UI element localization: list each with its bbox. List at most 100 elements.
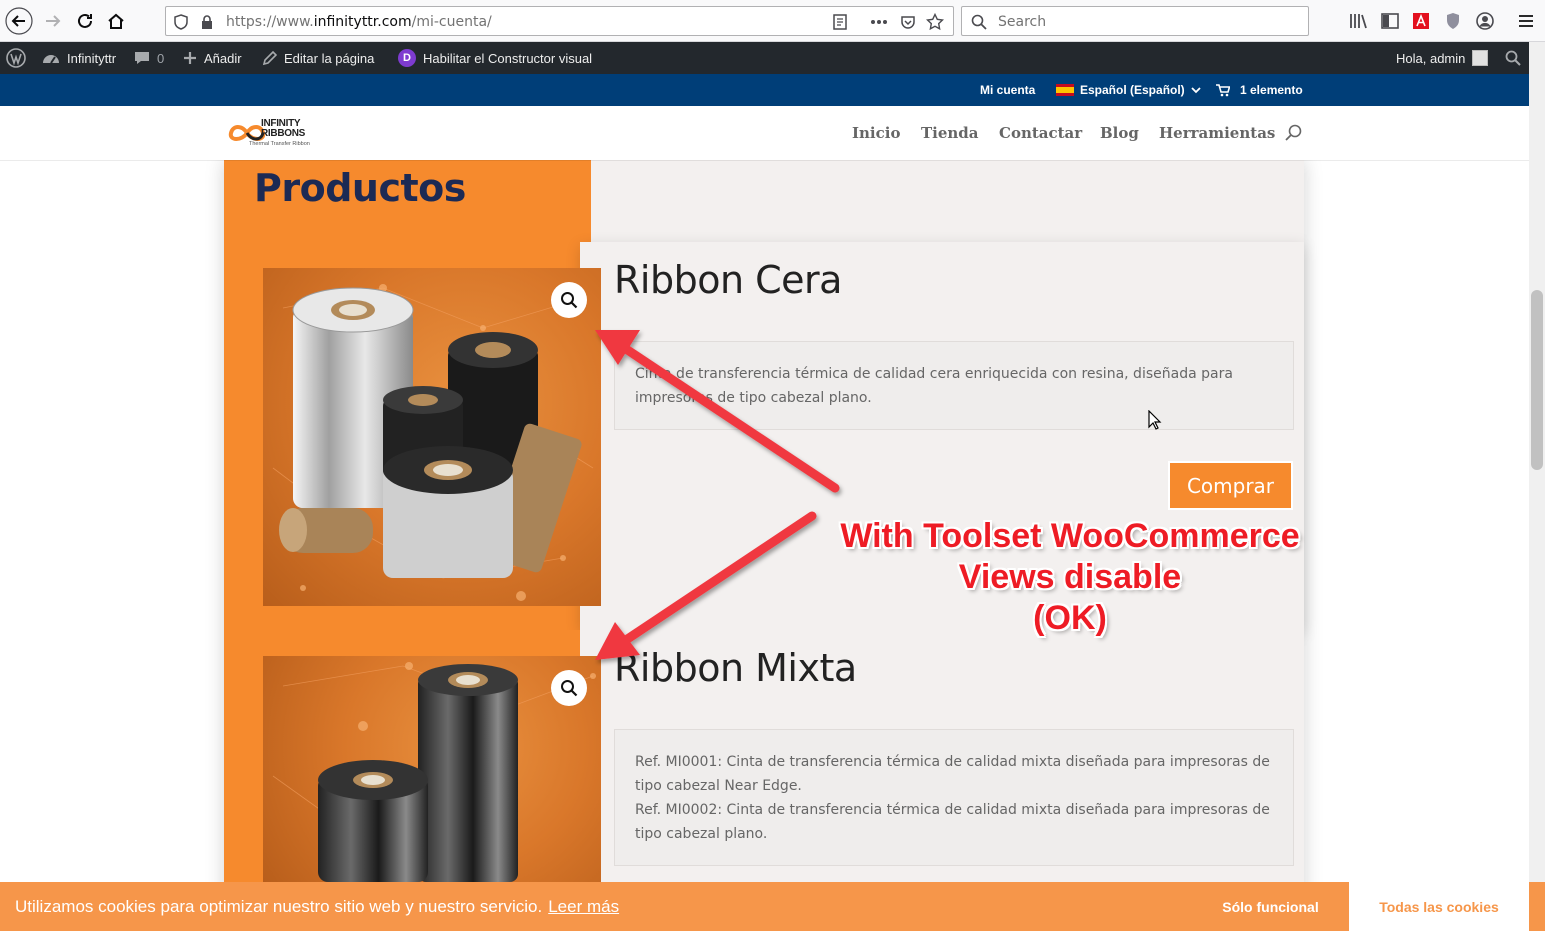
wp-site-name-link[interactable]: Infinityttr (42, 42, 116, 74)
cookie-message-text: Utilizamos cookies para optimizar nuestr… (15, 897, 543, 916)
cart-icon (1216, 83, 1230, 96)
product-2-description-line-2: Ref. MI0002: Cinta de transferencia térm… (635, 802, 1270, 842)
edit-page-label: Editar la página (284, 50, 375, 66)
chevron-down-icon (1191, 87, 1201, 94)
scrollbar-thumb[interactable] (1531, 290, 1543, 470)
language-switcher[interactable]: Español (Español) (1056, 74, 1201, 106)
privacy-badger-icon[interactable] (1442, 10, 1464, 32)
menu-blog[interactable]: Blog (1100, 106, 1139, 160)
browser-toolbar: https://www.infinityttr.com/mi-cuenta/ S… (0, 0, 1545, 42)
cart-link[interactable]: 1 elemento (1216, 74, 1303, 106)
product-2-description: Ref. MI0001: Cinta de transferencia térm… (614, 729, 1294, 866)
url-host: infinityttr.com (313, 14, 412, 30)
annotation-line-1: With Toolset WooCommerce (840, 517, 1300, 555)
logo-line-2: RIBBONS (261, 128, 306, 139)
reload-button[interactable] (70, 6, 100, 36)
product-1-title[interactable]: Ribbon Cera (614, 258, 842, 302)
wp-add-new-link[interactable]: Añadir (183, 42, 242, 74)
wp-admin-bar: Infinityttr 0 Añadir Editar la página D … (0, 42, 1529, 74)
bookmark-star-icon[interactable] (926, 13, 944, 31)
menu-tienda[interactable]: Tienda (921, 106, 979, 160)
site-header: INFINITY RIBBONS Thermal Transfer Ribbon… (0, 106, 1529, 160)
ribbon-rolls-illustration (272, 284, 594, 601)
product-2-image[interactable] (263, 656, 601, 882)
product-1-description: Cinta de transferencia térmica de calida… (614, 341, 1294, 430)
logo-tagline: Thermal Transfer Ribbon (249, 141, 310, 147)
wp-search-button[interactable] (1505, 42, 1521, 74)
product-2-zoom-button[interactable] (551, 670, 587, 706)
forward-arrow-icon (46, 15, 61, 27)
product-1-description-text: Cinta de transferencia térmica de calida… (635, 366, 1233, 406)
spain-flag-icon (1056, 84, 1074, 96)
annotation-line-3: (OK) (1033, 599, 1107, 637)
menu-contactar[interactable]: Contactar (999, 106, 1082, 160)
more-actions-icon[interactable] (870, 13, 888, 31)
divi-icon: D (398, 49, 416, 67)
forward-button[interactable] (38, 6, 68, 36)
search-icon (1505, 50, 1521, 66)
browser-search-bar[interactable]: Search (961, 6, 1309, 36)
back-button[interactable] (4, 6, 34, 36)
acrobat-icon[interactable] (1410, 10, 1432, 32)
site-name: Infinityttr (67, 50, 117, 66)
cookie-message: Utilizamos cookies para optimizar nuestr… (15, 897, 619, 917)
my-account-link[interactable]: Mi cuenta (980, 74, 1035, 106)
sidebar-icon[interactable] (1379, 10, 1401, 32)
reader-view-icon[interactable] (831, 13, 849, 31)
cookie-consent-bar: Utilizamos cookies para optimizar nuestr… (0, 882, 1545, 931)
back-arrow-icon (5, 7, 33, 35)
pencil-icon (262, 50, 277, 65)
site-logo[interactable]: INFINITY RIBBONS Thermal Transfer Ribbon (227, 116, 327, 150)
hamburger-menu-icon[interactable] (1515, 10, 1537, 32)
shield-icon[interactable] (172, 13, 190, 31)
header-search-button[interactable] (1285, 106, 1303, 160)
wordpress-icon (6, 48, 26, 68)
avatar (1472, 50, 1489, 66)
cookie-read-more-link[interactable]: Leer más (548, 897, 619, 916)
buy-button[interactable]: Comprar (1168, 461, 1293, 510)
search-icon (1285, 124, 1302, 141)
product-1-zoom-button[interactable] (551, 282, 587, 318)
menu-inicio[interactable]: Inicio (852, 106, 900, 160)
visual-builder-label: Habilitar el Constructor visual (423, 50, 593, 66)
menu-herramientas[interactable]: Herramientas (1159, 106, 1275, 160)
pocket-icon[interactable] (899, 13, 917, 31)
url-bar[interactable]: https://www.infinityttr.com/mi-cuenta/ (165, 6, 954, 36)
url-prefix: https://www. (226, 14, 314, 30)
wp-edit-page-link[interactable]: Editar la página (262, 42, 374, 74)
home-icon (108, 13, 124, 29)
plus-icon (184, 52, 196, 64)
annotation-line-2: Views disable (958, 558, 1182, 596)
cart-label: 1 elemento (1240, 83, 1303, 97)
page-scrollbar[interactable] (1529, 42, 1545, 931)
page-title: Productos (254, 166, 466, 210)
annotation-label: With Toolset WooCommerce Views disable (… (820, 516, 1320, 639)
dashboard-icon (43, 55, 59, 64)
product-2-description-line-1: Ref. MI0001: Cinta de transferencia térm… (635, 754, 1270, 794)
secondary-top-bar: Mi cuenta Español (Español) 1 elemento (0, 74, 1529, 106)
product-1-image[interactable] (263, 268, 601, 606)
library-icon[interactable] (1348, 10, 1370, 32)
all-cookies-button[interactable]: Todas las cookies (1349, 882, 1529, 931)
functional-only-button[interactable]: Sólo funcional (1192, 882, 1349, 931)
page-title-block: Productos (224, 160, 591, 242)
url-text[interactable]: https://www.infinityttr.com/mi-cuenta/ (226, 14, 492, 30)
mouse-cursor-icon (1148, 410, 1162, 430)
search-icon (970, 13, 988, 31)
wp-account-menu[interactable]: Hola, admin (1396, 42, 1489, 74)
url-path: /mi-cuenta/ (411, 14, 492, 30)
magnifier-icon (561, 680, 578, 697)
product-2-title[interactable]: Ribbon Mixta (614, 646, 857, 690)
reload-icon (78, 13, 92, 28)
language-label: Español (Español) (1080, 83, 1185, 97)
magnifier-icon (561, 292, 578, 309)
wp-visual-builder-link[interactable]: D Habilitar el Constructor visual (398, 42, 592, 74)
my-account-label: Mi cuenta (980, 83, 1036, 97)
add-label: Añadir (204, 50, 242, 66)
home-button[interactable] (101, 6, 131, 36)
account-icon[interactable] (1474, 10, 1496, 32)
wp-comments-link[interactable]: 0 (134, 42, 164, 74)
lock-icon[interactable] (198, 13, 216, 31)
browser-search-placeholder: Search (998, 14, 1047, 30)
wp-logo-button[interactable] (6, 42, 26, 74)
